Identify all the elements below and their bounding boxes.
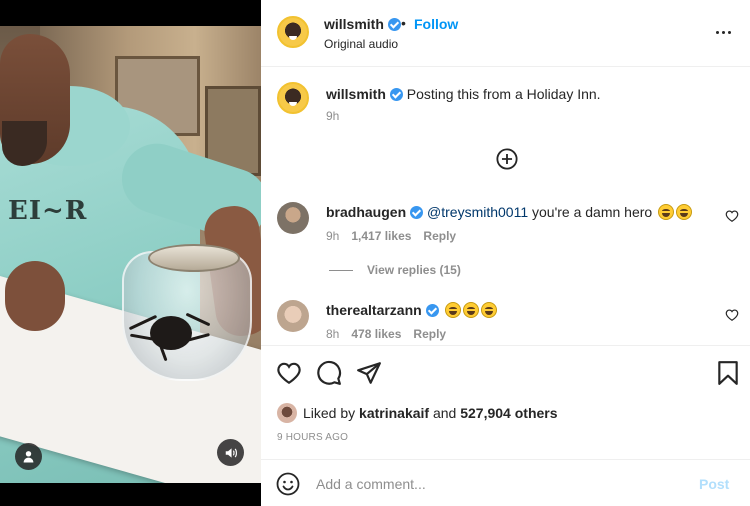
separator-dot: •: [401, 15, 406, 31]
audio-link[interactable]: Original audio: [324, 37, 398, 51]
comment-input[interactable]: [316, 472, 686, 496]
more-dots-icon: [721, 30, 725, 34]
emoji-smiley-icon[interactable]: [276, 472, 300, 496]
caption-timestamp: 9h: [326, 109, 340, 123]
laughing-emoji-icon: [462, 302, 479, 318]
reply-button[interactable]: Reply: [423, 229, 456, 243]
more-dots-icon: [715, 30, 719, 34]
jar-lid: [148, 244, 240, 272]
rofl-emoji-icon: [658, 204, 675, 220]
user-icon: [23, 451, 34, 463]
post-comment-button[interactable]: Post: [699, 476, 729, 492]
reel-video[interactable]: EI~R: [0, 0, 261, 506]
likes-summary[interactable]: Liked by katrinakaif and 527,904 others: [277, 403, 558, 423]
post-header: willsmith • Follow Original audio: [261, 0, 750, 67]
post-details-panel: willsmith • Follow Original audio willsm…: [261, 0, 750, 506]
comment-username[interactable]: therealtarzann: [326, 302, 422, 318]
comment: therealtarzann: [326, 302, 706, 318]
comment-like-heart-icon[interactable]: [725, 209, 739, 223]
comment-timestamp: 9h: [326, 229, 340, 243]
follow-button[interactable]: Follow: [414, 16, 458, 32]
laughing-emoji-icon: [444, 302, 461, 318]
comment-meta: 8h 478 likes Reply: [326, 327, 446, 341]
comment-like-heart-icon[interactable]: [725, 308, 739, 322]
reply-button[interactable]: Reply: [413, 327, 446, 341]
person-left-hand: [5, 261, 65, 331]
commenter-avatar[interactable]: [277, 202, 309, 234]
view-replies-label[interactable]: View replies (15): [367, 263, 461, 277]
comment: bradhaugen @treysmith0011 you're a damn …: [326, 204, 706, 220]
author-username-text[interactable]: willsmith: [324, 16, 384, 32]
like-heart-icon[interactable]: [276, 360, 302, 386]
tagged-users-button[interactable]: [15, 443, 42, 470]
caption-username[interactable]: willsmith: [326, 86, 386, 102]
verified-icon: [389, 88, 403, 101]
sweater-print: EI~R: [8, 196, 88, 226]
grimace-emoji-icon: [676, 204, 693, 220]
verified-icon: [425, 304, 439, 317]
caption-author-avatar[interactable]: [277, 82, 309, 114]
liker-username[interactable]: katrinakaif: [359, 405, 429, 421]
verified-icon: [387, 18, 401, 31]
comment-likes-count[interactable]: 1,417 likes: [351, 229, 411, 243]
comment-mention-link[interactable]: @treysmith0011: [427, 204, 528, 220]
audio-toggle-button[interactable]: [217, 439, 244, 466]
load-more-comments-icon[interactable]: [496, 148, 518, 170]
likes-others-count[interactable]: 527,904 others: [460, 405, 557, 421]
commenter-avatar[interactable]: [277, 300, 309, 332]
post-timestamp: 9 HOURS AGO: [277, 432, 349, 443]
verified-icon: [410, 206, 424, 219]
comment-timestamp: 8h: [326, 327, 340, 341]
divider-line: [329, 269, 353, 271]
video-frame: EI~R: [0, 26, 261, 483]
likes-joiner: and: [432, 405, 457, 421]
more-dots-icon: [727, 30, 731, 34]
comment-meta: 9h 1,417 likes Reply: [326, 229, 456, 243]
comment-bar: Post: [261, 459, 750, 506]
post-actions-section: Liked by katrinakaif and 527,904 others …: [261, 345, 750, 506]
laughing-emoji-icon: [480, 302, 497, 318]
comment-text: you're a damn hero: [528, 204, 653, 220]
likes-prefix: Liked by: [303, 405, 356, 421]
spider: [150, 316, 192, 350]
view-replies-button[interactable]: View replies (15): [329, 263, 461, 277]
comment-username[interactable]: bradhaugen: [326, 204, 406, 220]
liker-avatar[interactable]: [277, 403, 297, 423]
speaker-icon: [225, 447, 237, 458]
share-paper-plane-icon[interactable]: [356, 360, 382, 386]
author-username[interactable]: willsmith: [324, 16, 401, 32]
bookmark-icon[interactable]: [715, 360, 741, 386]
more-options-button[interactable]: [711, 20, 735, 44]
comment-likes-count[interactable]: 478 likes: [351, 327, 401, 341]
author-avatar[interactable]: [277, 16, 309, 48]
comment-bubble-icon[interactable]: [316, 360, 342, 386]
caption: willsmith Posting this from a Holiday In…: [326, 86, 726, 102]
caption-text: Posting this from a Holiday Inn.: [406, 86, 601, 102]
